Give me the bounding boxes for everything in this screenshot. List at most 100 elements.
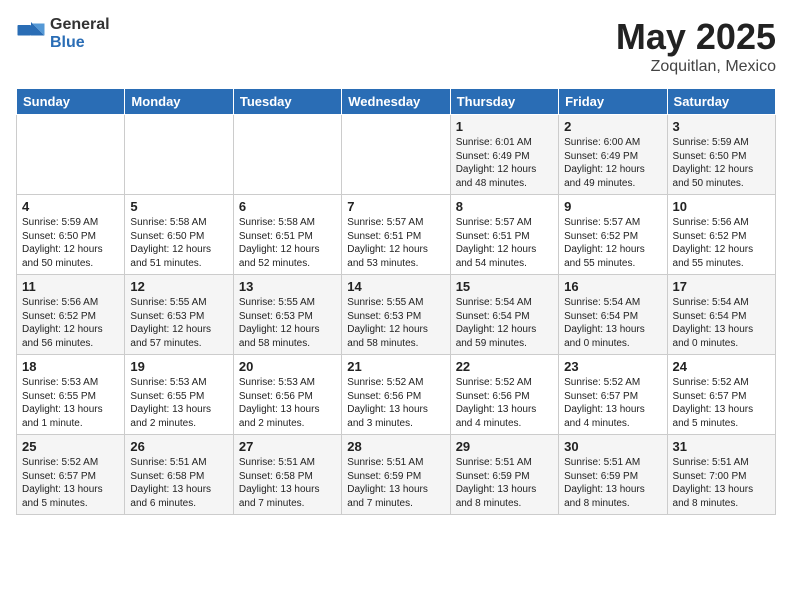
- day-info: Sunrise: 5:55 AM Sunset: 6:53 PM Dayligh…: [239, 296, 336, 350]
- day-info: Sunrise: 5:58 AM Sunset: 6:50 PM Dayligh…: [130, 216, 227, 270]
- week-row-1: 1 Sunrise: 6:01 AM Sunset: 6:49 PM Daylig…: [17, 115, 776, 195]
- day-cell: 23 Sunrise: 5:52 AM Sunset: 6:57 PM Dayli…: [559, 355, 667, 435]
- day-number: 26: [130, 439, 227, 454]
- day-number: 22: [456, 359, 553, 374]
- day-info: Sunrise: 5:54 AM Sunset: 6:54 PM Dayligh…: [456, 296, 553, 350]
- day-number: 23: [564, 359, 661, 374]
- day-cell: [233, 115, 341, 195]
- day-info: Sunrise: 5:52 AM Sunset: 6:56 PM Dayligh…: [456, 376, 553, 430]
- day-number: 9: [564, 199, 661, 214]
- day-info: Sunrise: 5:51 AM Sunset: 6:58 PM Dayligh…: [130, 456, 227, 510]
- day-cell: 21 Sunrise: 5:52 AM Sunset: 6:56 PM Dayli…: [342, 355, 450, 435]
- day-info: Sunrise: 5:59 AM Sunset: 6:50 PM Dayligh…: [22, 216, 119, 270]
- day-number: 24: [673, 359, 770, 374]
- header-cell-saturday: Saturday: [667, 89, 775, 115]
- day-info: Sunrise: 5:51 AM Sunset: 6:59 PM Dayligh…: [564, 456, 661, 510]
- day-info: Sunrise: 5:52 AM Sunset: 6:57 PM Dayligh…: [673, 376, 770, 430]
- day-cell: [17, 115, 125, 195]
- day-cell: 26 Sunrise: 5:51 AM Sunset: 6:58 PM Dayli…: [125, 435, 233, 515]
- header-cell-sunday: Sunday: [17, 89, 125, 115]
- day-info: Sunrise: 5:56 AM Sunset: 6:52 PM Dayligh…: [22, 296, 119, 350]
- day-number: 10: [673, 199, 770, 214]
- header-cell-friday: Friday: [559, 89, 667, 115]
- day-cell: 17 Sunrise: 5:54 AM Sunset: 6:54 PM Dayli…: [667, 275, 775, 355]
- day-cell: 27Sunrise: 5:51 AM Sunset: 6:58 PM Dayli…: [233, 435, 341, 515]
- calendar-title: May 2025: [616, 16, 776, 58]
- day-number: 17: [673, 279, 770, 294]
- day-cell: 3Sunrise: 5:59 AM Sunset: 6:50 PM Daylig…: [667, 115, 775, 195]
- day-info: Sunrise: 5:51 AM Sunset: 6:59 PM Dayligh…: [347, 456, 444, 510]
- day-number: 15: [456, 279, 553, 294]
- day-info: Sunrise: 5:59 AM Sunset: 6:50 PM Dayligh…: [673, 136, 770, 190]
- logo-text: General Blue: [50, 16, 110, 51]
- day-info: Sunrise: 5:51 AM Sunset: 7:00 PM Dayligh…: [673, 456, 770, 510]
- week-row-2: 4 Sunrise: 5:59 AM Sunset: 6:50 PM Daylig…: [17, 195, 776, 275]
- day-number: 12: [130, 279, 227, 294]
- day-info: Sunrise: 5:57 AM Sunset: 6:51 PM Dayligh…: [347, 216, 444, 270]
- day-cell: 28 Sunrise: 5:51 AM Sunset: 6:59 PM Dayli…: [342, 435, 450, 515]
- day-number: 31: [673, 439, 770, 454]
- day-cell: 2Sunrise: 6:00 AM Sunset: 6:49 PM Daylig…: [559, 115, 667, 195]
- day-info: Sunrise: 5:52 AM Sunset: 6:56 PM Dayligh…: [347, 376, 444, 430]
- day-info: Sunrise: 5:52 AM Sunset: 6:57 PM Dayligh…: [22, 456, 119, 510]
- day-info: Sunrise: 5:57 AM Sunset: 6:51 PM Dayligh…: [456, 216, 553, 270]
- calendar-table: SundayMondayTuesdayWednesdayThursdayFrid…: [16, 88, 776, 515]
- day-cell: 4 Sunrise: 5:59 AM Sunset: 6:50 PM Daylig…: [17, 195, 125, 275]
- day-info: Sunrise: 5:52 AM Sunset: 6:57 PM Dayligh…: [564, 376, 661, 430]
- day-number: 1: [456, 119, 553, 134]
- header-cell-monday: Monday: [125, 89, 233, 115]
- day-cell: 7 Sunrise: 5:57 AM Sunset: 6:51 PM Daylig…: [342, 195, 450, 275]
- logo-general-text: General: [50, 16, 110, 34]
- week-row-5: 25 Sunrise: 5:52 AM Sunset: 6:57 PM Dayli…: [17, 435, 776, 515]
- day-cell: 6 Sunrise: 5:58 AM Sunset: 6:51 PM Daylig…: [233, 195, 341, 275]
- day-info: Sunrise: 5:54 AM Sunset: 6:54 PM Dayligh…: [673, 296, 770, 350]
- day-number: 4: [22, 199, 119, 214]
- day-number: 16: [564, 279, 661, 294]
- day-cell: 19Sunrise: 5:53 AM Sunset: 6:55 PM Dayli…: [125, 355, 233, 435]
- day-cell: 15 Sunrise: 5:54 AM Sunset: 6:54 PM Dayli…: [450, 275, 558, 355]
- day-cell: 20Sunrise: 5:53 AM Sunset: 6:56 PM Dayli…: [233, 355, 341, 435]
- day-cell: 25 Sunrise: 5:52 AM Sunset: 6:57 PM Dayli…: [17, 435, 125, 515]
- week-row-3: 11 Sunrise: 5:56 AM Sunset: 6:52 PM Dayli…: [17, 275, 776, 355]
- day-cell: 22 Sunrise: 5:52 AM Sunset: 6:56 PM Dayli…: [450, 355, 558, 435]
- day-info: Sunrise: 5:57 AM Sunset: 6:52 PM Dayligh…: [564, 216, 661, 270]
- day-cell: 14 Sunrise: 5:55 AM Sunset: 6:53 PM Dayli…: [342, 275, 450, 355]
- day-info: Sunrise: 5:53 AM Sunset: 6:55 PM Dayligh…: [22, 376, 119, 430]
- day-number: 8: [456, 199, 553, 214]
- day-cell: 5Sunrise: 5:58 AM Sunset: 6:50 PM Daylig…: [125, 195, 233, 275]
- day-info: Sunrise: 5:54 AM Sunset: 6:54 PM Dayligh…: [564, 296, 661, 350]
- header-cell-wednesday: Wednesday: [342, 89, 450, 115]
- day-cell: [125, 115, 233, 195]
- day-number: 25: [22, 439, 119, 454]
- day-number: 6: [239, 199, 336, 214]
- day-cell: 1 Sunrise: 6:01 AM Sunset: 6:49 PM Daylig…: [450, 115, 558, 195]
- day-cell: 16 Sunrise: 5:54 AM Sunset: 6:54 PM Dayli…: [559, 275, 667, 355]
- day-cell: 30Sunrise: 5:51 AM Sunset: 6:59 PM Dayli…: [559, 435, 667, 515]
- day-number: 11: [22, 279, 119, 294]
- day-cell: [342, 115, 450, 195]
- day-number: 13: [239, 279, 336, 294]
- day-info: Sunrise: 5:58 AM Sunset: 6:51 PM Dayligh…: [239, 216, 336, 270]
- day-number: 2: [564, 119, 661, 134]
- day-number: 7: [347, 199, 444, 214]
- day-number: 20: [239, 359, 336, 374]
- logo: General Blue: [16, 16, 110, 51]
- calendar-subtitle: Zoquitlan, Mexico: [616, 58, 776, 76]
- header-cell-thursday: Thursday: [450, 89, 558, 115]
- title-block: May 2025 Zoquitlan, Mexico: [616, 16, 776, 76]
- day-number: 21: [347, 359, 444, 374]
- day-cell: 9 Sunrise: 5:57 AM Sunset: 6:52 PM Daylig…: [559, 195, 667, 275]
- day-info: Sunrise: 5:56 AM Sunset: 6:52 PM Dayligh…: [673, 216, 770, 270]
- day-cell: 18Sunrise: 5:53 AM Sunset: 6:55 PM Dayli…: [17, 355, 125, 435]
- day-number: 19: [130, 359, 227, 374]
- day-number: 14: [347, 279, 444, 294]
- week-row-4: 18Sunrise: 5:53 AM Sunset: 6:55 PM Dayli…: [17, 355, 776, 435]
- calendar-header: SundayMondayTuesdayWednesdayThursdayFrid…: [17, 89, 776, 115]
- day-cell: 24 Sunrise: 5:52 AM Sunset: 6:57 PM Dayli…: [667, 355, 775, 435]
- day-number: 27: [239, 439, 336, 454]
- day-number: 28: [347, 439, 444, 454]
- logo-icon: [16, 19, 46, 49]
- day-info: Sunrise: 6:01 AM Sunset: 6:49 PM Dayligh…: [456, 136, 553, 190]
- day-info: Sunrise: 5:55 AM Sunset: 6:53 PM Dayligh…: [347, 296, 444, 350]
- day-number: 29: [456, 439, 553, 454]
